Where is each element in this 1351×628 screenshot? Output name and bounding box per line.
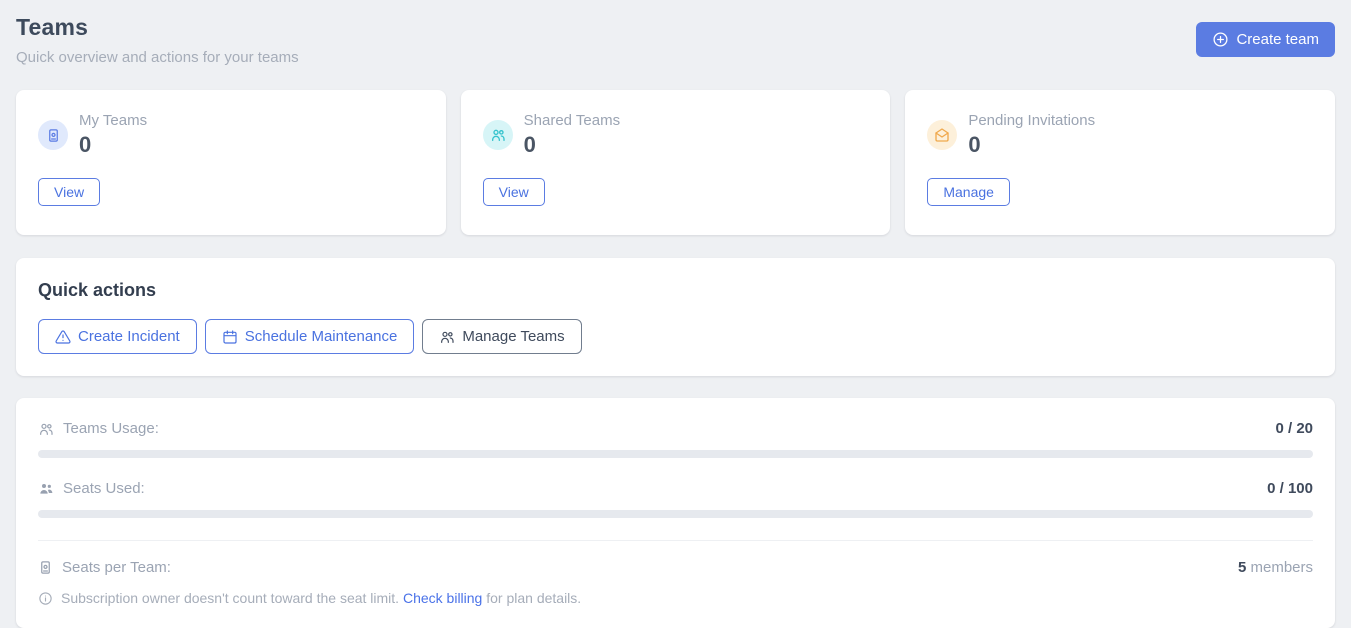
teams-page: Teams Quick overview and actions for you… [0, 0, 1351, 628]
manage-invitations-button[interactable]: Manage [927, 178, 1010, 206]
pending-invitations-card: Pending Invitations 0 Manage [905, 90, 1335, 235]
info-circle-icon [38, 591, 53, 606]
page-subtitle: Quick overview and actions for your team… [16, 49, 299, 66]
users-icon [483, 120, 513, 150]
note-text-before: Subscription owner doesn't count toward … [61, 590, 399, 606]
page-header: Teams Quick overview and actions for you… [16, 14, 1335, 66]
quick-actions-title: Quick actions [38, 280, 1313, 301]
seats-used-value: 0 / 100 [1267, 480, 1313, 497]
manage-teams-label: Manage Teams [462, 328, 564, 345]
plus-circle-icon [1212, 31, 1229, 48]
divider [38, 540, 1313, 541]
mail-open-icon [927, 120, 957, 150]
seats-per-team-label: Seats per Team: [62, 559, 171, 576]
shared-teams-card: Shared Teams 0 View [461, 90, 891, 235]
schedule-maintenance-label: Schedule Maintenance [245, 328, 398, 345]
view-shared-teams-button[interactable]: View [483, 178, 545, 206]
seats-per-team-row: Seats per Team: 5 members [38, 559, 1313, 576]
teams-usage-value: 0 / 20 [1275, 420, 1313, 437]
stat-label: My Teams [79, 112, 147, 129]
stats-row: My Teams 0 View Shared Teams 0 View [16, 90, 1335, 235]
page-header-text: Teams Quick overview and actions for you… [16, 14, 299, 66]
teams-usage-label: Teams Usage: [63, 420, 159, 437]
create-team-button-label: Create team [1236, 31, 1319, 48]
teams-usage-progressbar [38, 450, 1313, 458]
note-text-after: for plan details. [486, 590, 581, 606]
my-teams-card: My Teams 0 View [16, 90, 446, 235]
stat-label: Shared Teams [524, 112, 620, 129]
usage-panel: Teams Usage: 0 / 20 Seats Used: 0 / [16, 398, 1335, 628]
stat-value: 0 [524, 132, 620, 158]
view-my-teams-button[interactable]: View [38, 178, 100, 206]
badge-icon [38, 560, 53, 575]
page-title: Teams [16, 14, 299, 41]
warning-triangle-icon [55, 329, 71, 345]
create-incident-label: Create Incident [78, 328, 180, 345]
stat-label: Pending Invitations [968, 112, 1095, 129]
check-billing-link[interactable]: Check billing [403, 590, 482, 606]
schedule-maintenance-button[interactable]: Schedule Maintenance [205, 319, 415, 354]
seats-used-progressbar [38, 510, 1313, 518]
quick-actions-panel: Quick actions Create Incident Schedule M… [16, 258, 1335, 376]
seat-limit-note: Subscription owner doesn't count toward … [38, 590, 1313, 606]
stat-value: 0 [968, 132, 1095, 158]
manage-teams-button[interactable]: Manage Teams [422, 319, 581, 354]
teams-usage-row: Teams Usage: 0 / 20 [38, 420, 1313, 458]
badge-icon [38, 120, 68, 150]
seats-used-label: Seats Used: [63, 480, 145, 497]
calendar-icon [222, 329, 238, 345]
users-icon [439, 329, 455, 345]
create-team-button[interactable]: Create team [1196, 22, 1335, 57]
create-incident-button[interactable]: Create Incident [38, 319, 197, 354]
seats-per-team-value: 5 members [1238, 559, 1313, 576]
users-filled-icon [38, 481, 54, 497]
stat-value: 0 [79, 132, 147, 158]
seats-used-row: Seats Used: 0 / 100 [38, 480, 1313, 518]
users-outline-icon [38, 421, 54, 437]
